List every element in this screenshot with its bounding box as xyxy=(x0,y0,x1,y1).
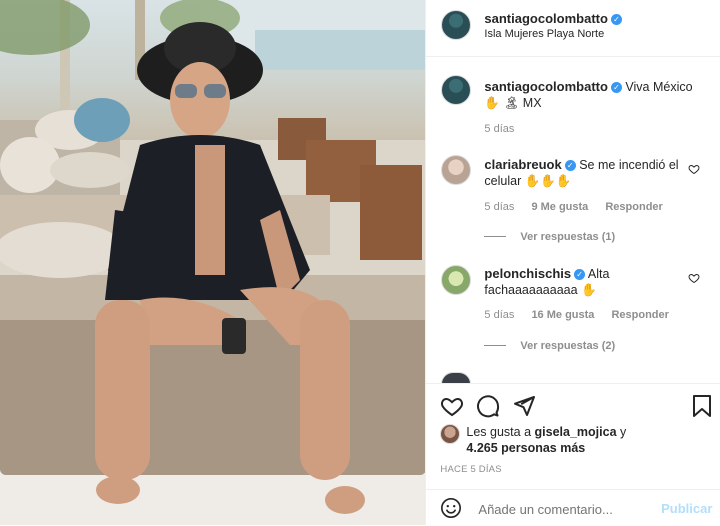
view-replies-button[interactable]: Ver respuestas (1) xyxy=(484,231,615,243)
reply-button[interactable]: Responder xyxy=(605,201,662,213)
verified-badge-icon: ✓ xyxy=(610,14,622,25)
reply-button[interactable]: Responder xyxy=(611,309,668,321)
likes-summary: Les gusta a gisela_mojica y 4.265 person… xyxy=(466,424,706,456)
like-comment-heart-icon[interactable] xyxy=(688,272,700,284)
liker-username[interactable]: gisela_mojica xyxy=(535,425,617,439)
add-comment-input[interactable] xyxy=(476,498,656,520)
likes-prefix: Les gusta a xyxy=(466,425,532,439)
beach-scene-image xyxy=(0,0,426,525)
post-photo[interactable] xyxy=(0,0,426,525)
comment-avatar[interactable] xyxy=(441,155,472,185)
caption-emoji-line: ✋ 🏝 MX xyxy=(484,96,542,110)
comment-time: 5 días xyxy=(484,309,515,321)
comment-username[interactable]: pelonchischis xyxy=(484,266,571,281)
post-actions: Les gusta a gisela_mojica y 4.265 person… xyxy=(426,383,720,526)
caption-avatar[interactable] xyxy=(441,75,472,105)
replies-divider xyxy=(484,236,507,237)
post-location[interactable]: Isla Mujeres Playa Norte xyxy=(484,28,604,40)
like-heart-icon[interactable] xyxy=(440,394,464,418)
post-header: santiagocolombatto ✓ Isla Mujeres Playa N… xyxy=(426,0,720,57)
replies-divider xyxy=(484,345,507,346)
comment-username[interactable]: clariabreuok xyxy=(484,157,561,172)
author-avatar[interactable] xyxy=(441,10,472,40)
publish-button[interactable]: Publicar xyxy=(661,501,712,516)
view-replies-label: Ver respuestas (2) xyxy=(520,340,616,352)
comment-meta: 5 días 9 Me gusta Responder xyxy=(484,201,676,213)
author-username[interactable]: santiagocolombatto xyxy=(484,11,608,26)
comment-avatar[interactable] xyxy=(441,265,472,295)
post-sidebar: santiagocolombatto ✓ Isla Mujeres Playa N… xyxy=(425,0,720,525)
comment-meta: 5 días 16 Me gusta Responder xyxy=(484,309,683,321)
verified-badge-icon: ✓ xyxy=(610,82,622,93)
comment-time: 5 días xyxy=(484,201,515,213)
caption-text: Viva México xyxy=(625,80,693,94)
verified-badge-icon: ✓ xyxy=(574,269,586,280)
share-paper-plane-icon[interactable] xyxy=(512,394,536,418)
post-timestamp[interactable]: HACE 5 DÍAS xyxy=(440,464,501,475)
save-bookmark-icon[interactable] xyxy=(692,394,712,418)
likes-others[interactable]: 4.265 personas más xyxy=(466,441,585,455)
view-replies-label: Ver respuestas (1) xyxy=(520,231,616,243)
instagram-post: santiagocolombatto ✓ Isla Mujeres Playa N… xyxy=(0,0,720,525)
caption-time: 5 días xyxy=(484,123,515,135)
liker-avatar[interactable] xyxy=(440,424,461,444)
like-comment-heart-icon[interactable] xyxy=(688,163,700,175)
emoji-smiley-icon[interactable] xyxy=(440,497,462,519)
comment-likes[interactable]: 16 Me gusta xyxy=(531,309,594,321)
view-replies-button[interactable]: Ver respuestas (2) xyxy=(484,340,615,352)
add-comment-bar: Publicar xyxy=(426,489,720,526)
verified-badge-icon: ✓ xyxy=(564,160,576,171)
comment-bubble-icon[interactable] xyxy=(476,394,500,418)
caption-username[interactable]: santiagocolombatto xyxy=(484,79,608,94)
comment-likes[interactable]: 9 Me gusta xyxy=(531,201,588,213)
likes-conj: y xyxy=(620,425,627,439)
